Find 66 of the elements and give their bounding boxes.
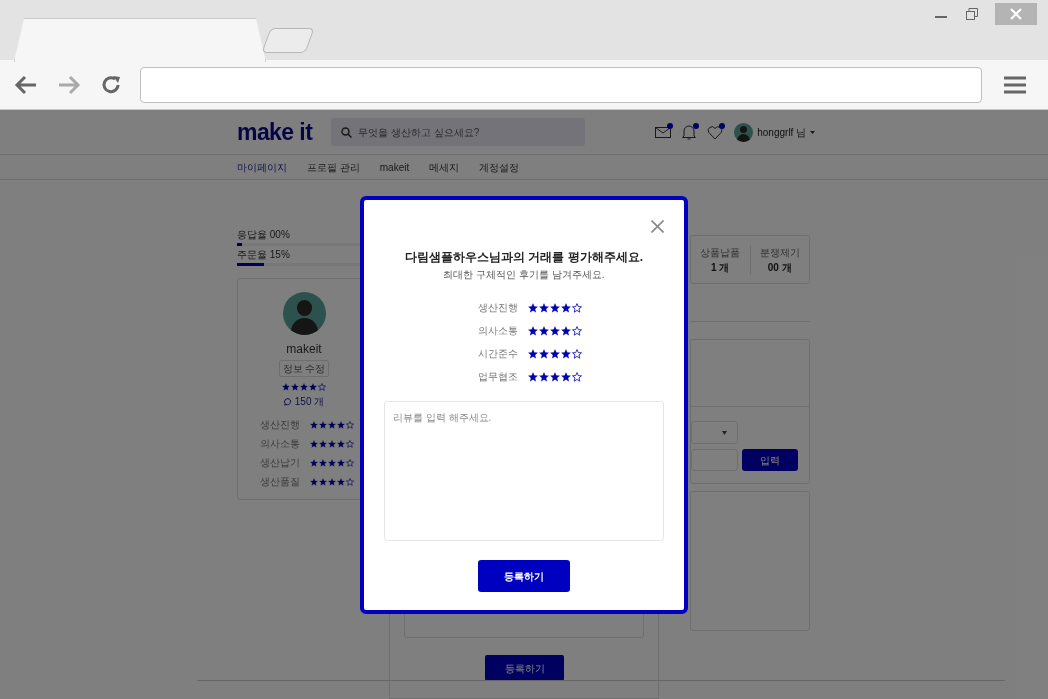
stat-value: 1 개 <box>711 260 730 275</box>
star-icon <box>549 348 560 359</box>
star-icon <box>538 371 549 382</box>
rating-label: 시간준수 <box>476 347 518 361</box>
review-count: 150 개 <box>294 395 325 409</box>
search-field[interactable]: 무엇을 생산하고 싶으세요? <box>331 118 586 146</box>
star-icon <box>571 302 582 313</box>
stat-value: 00 개 <box>767 260 792 275</box>
profile-name: makeit <box>286 341 322 358</box>
star-icon <box>571 371 582 382</box>
rating-label: 생산진행 <box>259 418 300 432</box>
rating-label: 생산품질 <box>259 475 300 489</box>
rating-label: 업무협조 <box>476 370 518 384</box>
mail-icon[interactable] <box>655 124 673 140</box>
progress-label: 주문율 15% <box>237 249 291 261</box>
star-icon <box>527 302 538 313</box>
modal-subtitle: 최대한 구체적인 후기를 남겨주세요. <box>443 268 605 282</box>
nav-tab[interactable]: 마이페이지 <box>237 159 287 175</box>
star-icon <box>560 371 571 382</box>
nav-tab[interactable]: 메세지 <box>429 159 460 175</box>
caret-icon <box>722 430 727 435</box>
progress-label: 응답율 00% <box>237 229 291 241</box>
star-icon <box>571 325 582 336</box>
star-icon <box>527 325 538 336</box>
close-icon <box>1010 8 1022 20</box>
stat-label: 분쟁제기 <box>759 245 800 260</box>
star-icon <box>538 348 549 359</box>
star-icon <box>527 371 538 382</box>
bell-icon[interactable] <box>681 124 699 140</box>
modal-title: 다림샘플하우스님과의 거래를 평가해주세요. <box>405 249 643 266</box>
rating-label: 의사소통 <box>476 324 518 338</box>
close-icon[interactable] <box>651 220 664 233</box>
rating-label: 생산납기 <box>259 456 300 470</box>
register-button[interactable]: 등록하기 <box>485 655 564 681</box>
edit-info-button[interactable]: 정보 수정 <box>278 360 330 377</box>
nav-tab[interactable]: 프로필 관리 <box>307 159 360 175</box>
logo[interactable]: make it <box>237 114 313 150</box>
star-icon <box>549 371 560 382</box>
stat-label: 상품납품 <box>700 245 741 260</box>
submit-button[interactable]: 입력 <box>742 449 798 471</box>
register-button[interactable]: 등록하기 <box>478 560 570 592</box>
star-icon <box>527 348 538 359</box>
rating-label: 생산진행 <box>476 301 518 315</box>
caret-icon[interactable] <box>810 130 816 134</box>
star-icon <box>560 302 571 313</box>
user-name[interactable]: honggrlf 님 <box>757 124 807 140</box>
star-icon <box>560 325 571 336</box>
rating-label: 의사소통 <box>259 437 300 451</box>
star-icon <box>560 348 571 359</box>
profile-avatar <box>282 292 326 335</box>
star-icon <box>571 348 582 359</box>
nav-tab[interactable]: 계정설정 <box>479 159 520 175</box>
reload-icon[interactable] <box>100 73 122 96</box>
back-icon[interactable] <box>14 74 38 95</box>
comment-icon <box>283 397 292 406</box>
star-icon <box>538 325 549 336</box>
star-icon <box>538 302 549 313</box>
star-icon <box>549 302 560 313</box>
minimize-icon[interactable] <box>935 16 947 19</box>
avatar[interactable] <box>734 122 754 142</box>
heart-icon[interactable] <box>707 124 725 140</box>
nav-tab[interactable]: makeit <box>379 159 410 175</box>
restore-icon[interactable] <box>966 8 978 20</box>
menu-icon[interactable] <box>1004 74 1026 95</box>
review-field[interactable]: 리뷰를 입력 해주세요. <box>384 401 664 541</box>
star-icon <box>549 325 560 336</box>
